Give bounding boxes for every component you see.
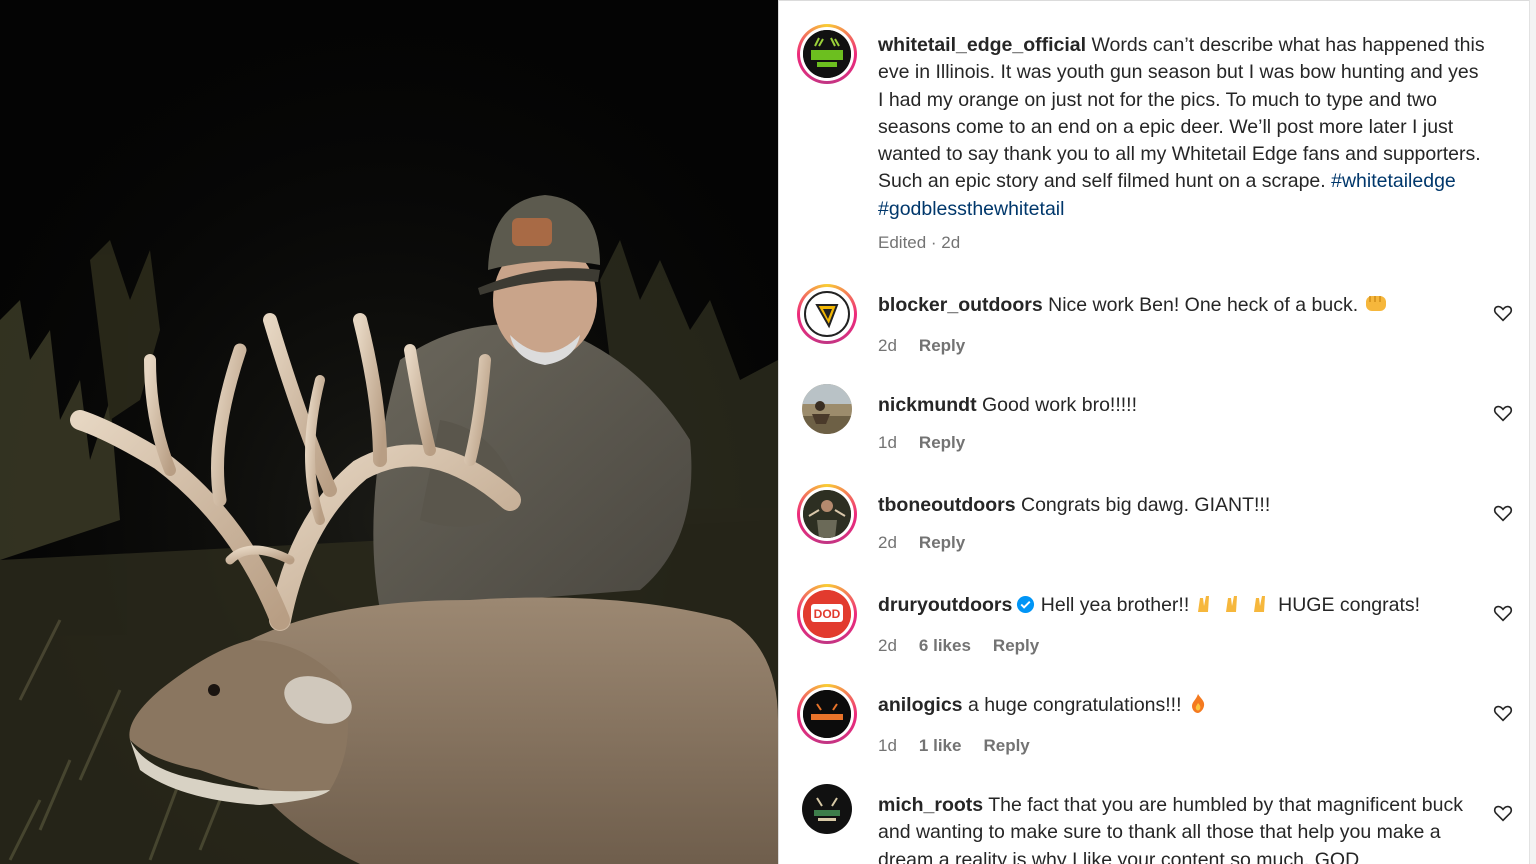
comment-username[interactable]: tboneoutdoors xyxy=(878,494,1016,516)
reply-button[interactable]: Reply xyxy=(919,429,965,456)
avatar[interactable] xyxy=(797,684,857,744)
comment-username[interactable]: druryoutdoors xyxy=(878,594,1012,616)
mich-roots-avatar-icon xyxy=(802,784,852,834)
anilogics-logo-icon xyxy=(803,690,851,738)
hashtag-link[interactable]: #whitetailedge xyxy=(1331,170,1456,192)
avatar[interactable] xyxy=(802,784,852,834)
post-photo[interactable] xyxy=(0,0,778,864)
reply-button[interactable]: Reply xyxy=(919,332,965,359)
verified-badge-icon xyxy=(1017,595,1035,614)
avatar[interactable] xyxy=(797,484,857,544)
comment-time: 2d xyxy=(878,336,897,356)
reply-button[interactable]: Reply xyxy=(983,732,1029,759)
like-heart-icon[interactable] xyxy=(1492,602,1514,624)
reply-button[interactable]: Reply xyxy=(919,529,965,556)
avatar[interactable] xyxy=(802,384,852,434)
comment-text: Good work bro!!!!! xyxy=(982,394,1137,416)
comment-time: 2d xyxy=(878,533,897,553)
fire-emoji-icon xyxy=(1187,692,1209,722)
comment-time: 1d xyxy=(878,433,897,453)
comments-panel[interactable]: whitetail_edge_official Words can’t desc… xyxy=(779,0,1536,864)
avatar[interactable]: DOD xyxy=(797,584,857,644)
nickmundt-avatar-icon xyxy=(802,384,852,434)
comment-text: Hell yea brother!! xyxy=(1040,594,1190,616)
fist-bump-emoji-icon xyxy=(1364,292,1388,322)
hunter-with-deer-image xyxy=(0,0,778,864)
whitetail-edge-logo-icon xyxy=(803,30,851,78)
blocker-logo-icon xyxy=(804,291,850,337)
caption-username[interactable]: whitetail_edge_official xyxy=(878,34,1086,56)
like-heart-icon[interactable] xyxy=(1492,702,1514,724)
comment-text: HUGE congrats! xyxy=(1278,594,1421,616)
comment-username[interactable]: mich_roots xyxy=(878,794,983,816)
reply-button[interactable]: Reply xyxy=(993,632,1039,659)
comment-text: Nice work Ben! One heck of a buck. xyxy=(1048,294,1359,316)
comment-likes[interactable]: 6 likes xyxy=(919,632,971,659)
comment-username[interactable]: anilogics xyxy=(878,694,963,716)
svg-text:DOD: DOD xyxy=(814,607,841,621)
avatar[interactable] xyxy=(797,284,857,344)
comment-text: a huge congratulations!!! xyxy=(967,694,1182,716)
comment-text: Congrats big dawg. GIANT!!! xyxy=(1020,494,1271,516)
druryoutdoors-logo-icon: DOD xyxy=(803,590,851,638)
comment-username[interactable]: blocker_outdoors xyxy=(878,294,1043,316)
like-heart-icon[interactable] xyxy=(1492,302,1514,324)
tboneoutdoors-avatar-icon xyxy=(803,490,851,538)
like-heart-icon[interactable] xyxy=(1492,802,1514,824)
like-heart-icon[interactable] xyxy=(1492,502,1514,524)
raising-hands-emoji-icon xyxy=(1195,592,1273,622)
comment-likes[interactable]: 1 like xyxy=(919,732,962,759)
caption-meta: Edited · 2d xyxy=(878,233,961,253)
like-heart-icon[interactable] xyxy=(1492,402,1514,424)
caption-text: Words can’t describe what has happened t… xyxy=(878,34,1485,193)
top-divider xyxy=(779,0,1536,1)
scrollbar-track[interactable] xyxy=(1529,0,1536,864)
avatar[interactable] xyxy=(797,24,857,84)
comment-username[interactable]: nickmundt xyxy=(878,394,977,416)
comment-time: 2d xyxy=(878,636,897,656)
hashtag-link[interactable]: #godblessthewhitetail xyxy=(878,198,1064,220)
comment-time: 1d xyxy=(878,736,897,756)
